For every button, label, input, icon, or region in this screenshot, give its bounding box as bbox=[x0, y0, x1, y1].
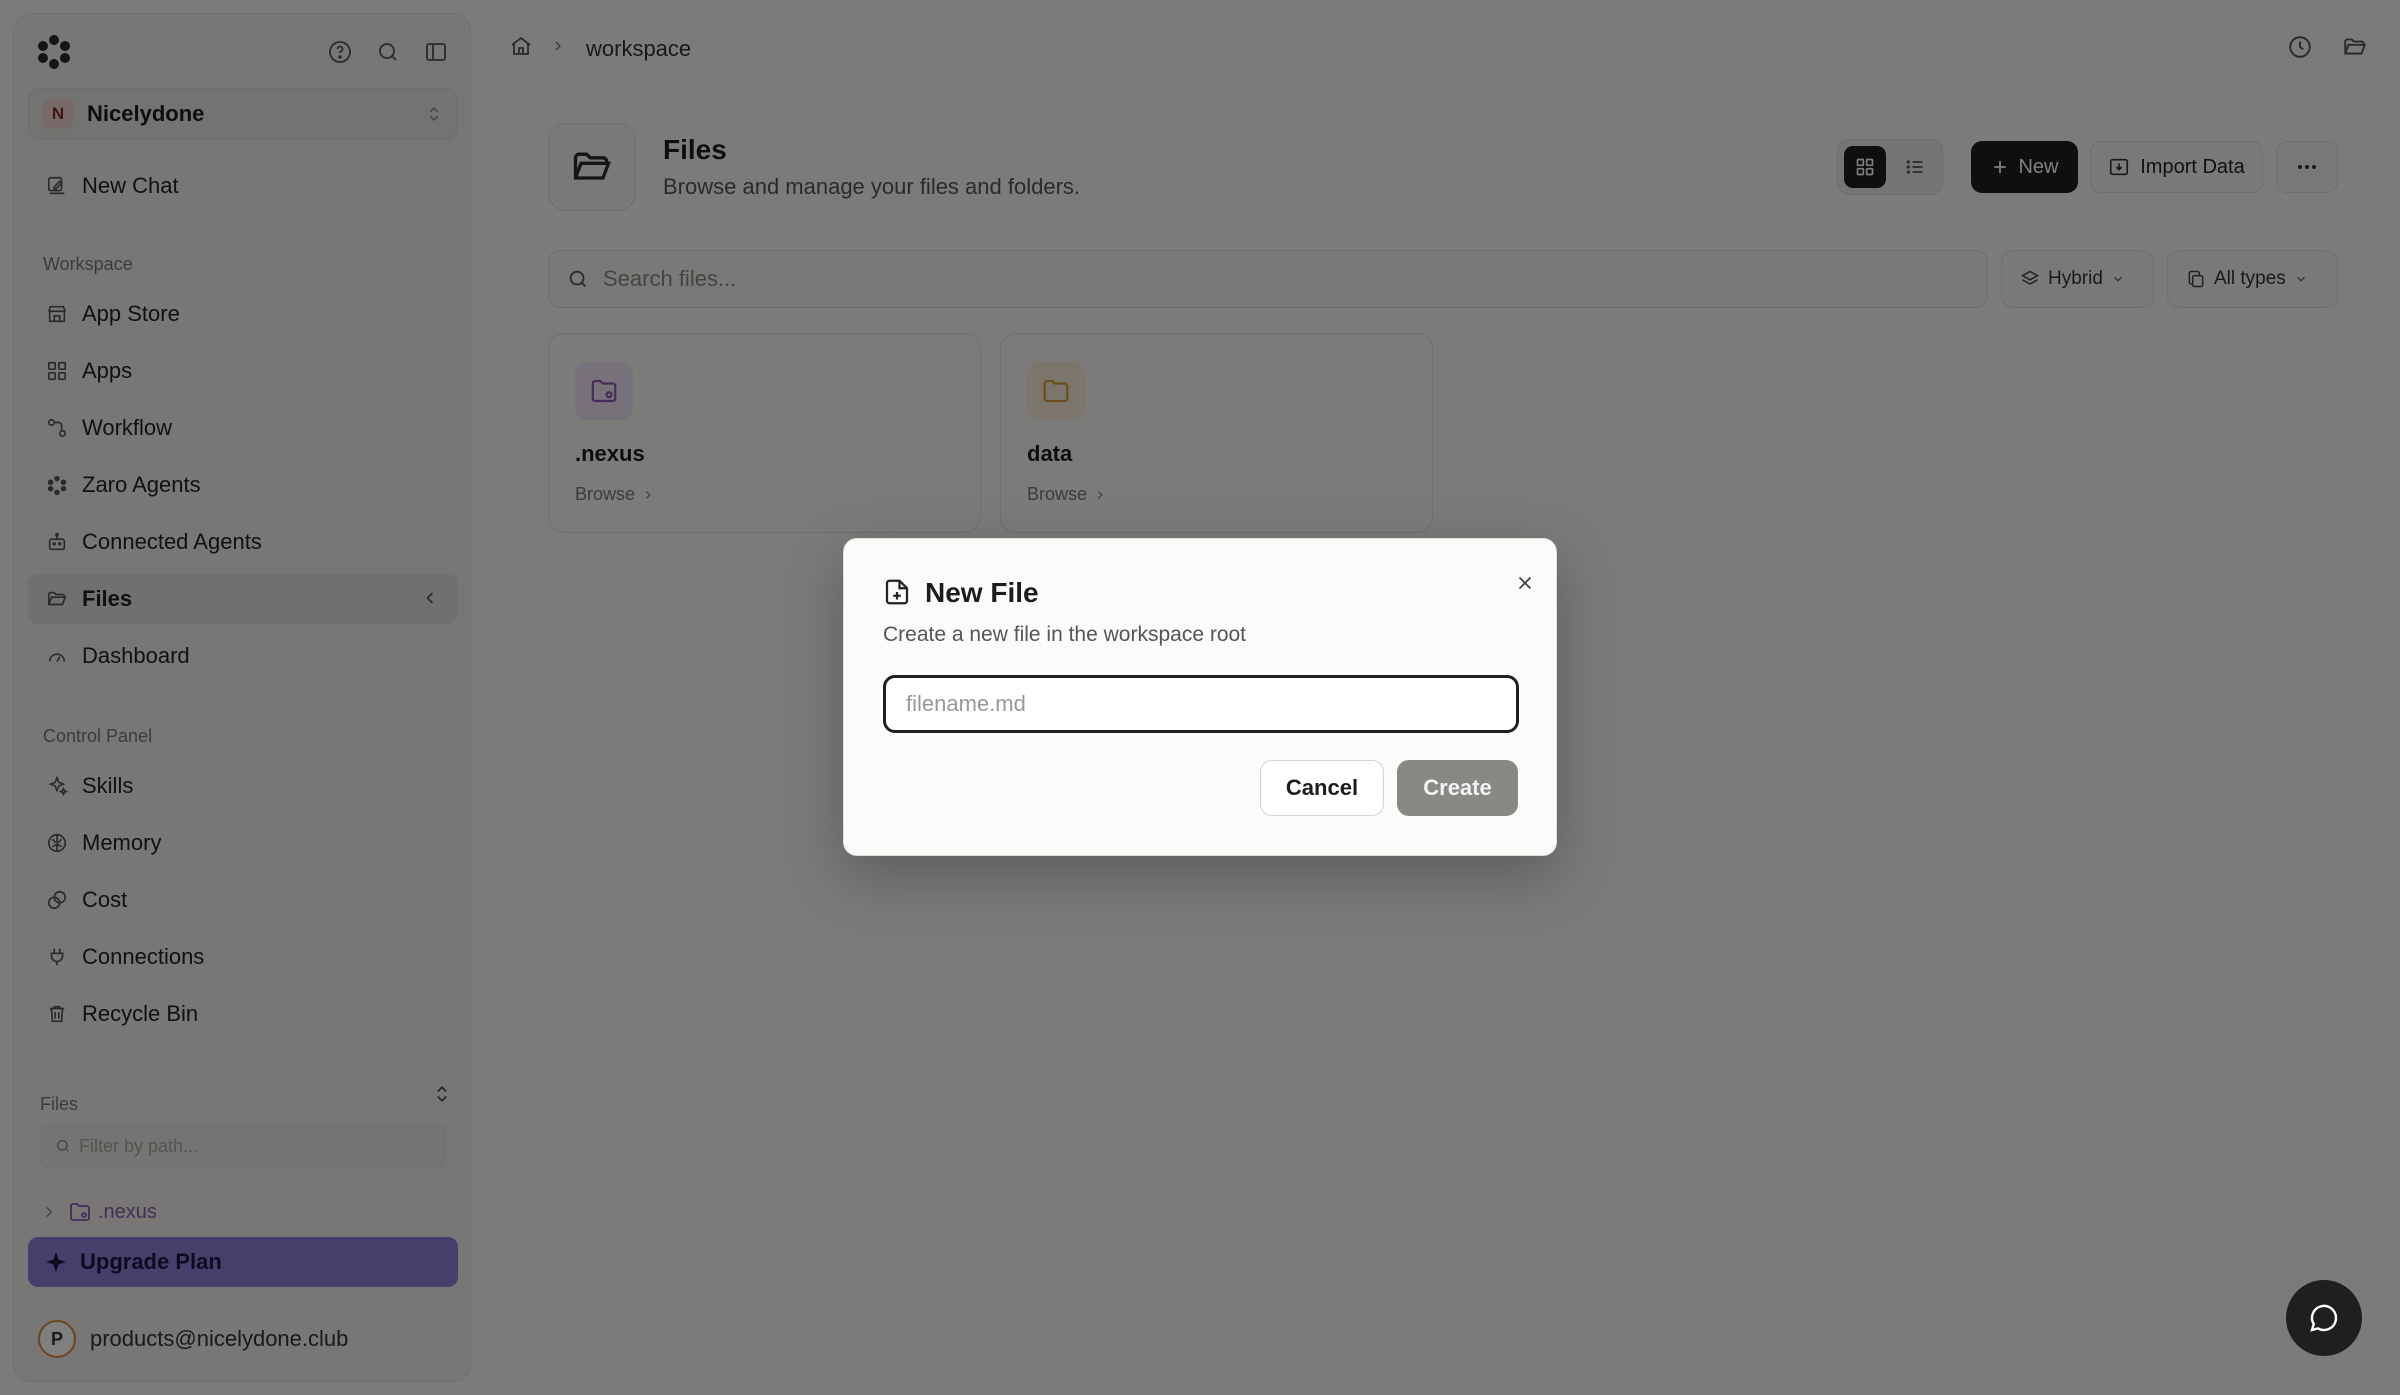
dialog-description: Create a new file in the workspace root bbox=[883, 623, 1247, 646]
chat-button[interactable] bbox=[2286, 1280, 2362, 1356]
dialog-title: New File bbox=[925, 577, 1039, 608]
cancel-button[interactable]: Cancel bbox=[1260, 760, 1384, 816]
create-button[interactable]: Create bbox=[1397, 760, 1518, 816]
message-circle-icon bbox=[2310, 1304, 2338, 1332]
new-file-dialog: New File Create a new file in the worksp… bbox=[843, 538, 1557, 856]
file-plus-icon bbox=[882, 577, 912, 607]
close-icon[interactable] bbox=[1508, 566, 1542, 600]
filename-input[interactable] bbox=[883, 675, 1519, 733]
